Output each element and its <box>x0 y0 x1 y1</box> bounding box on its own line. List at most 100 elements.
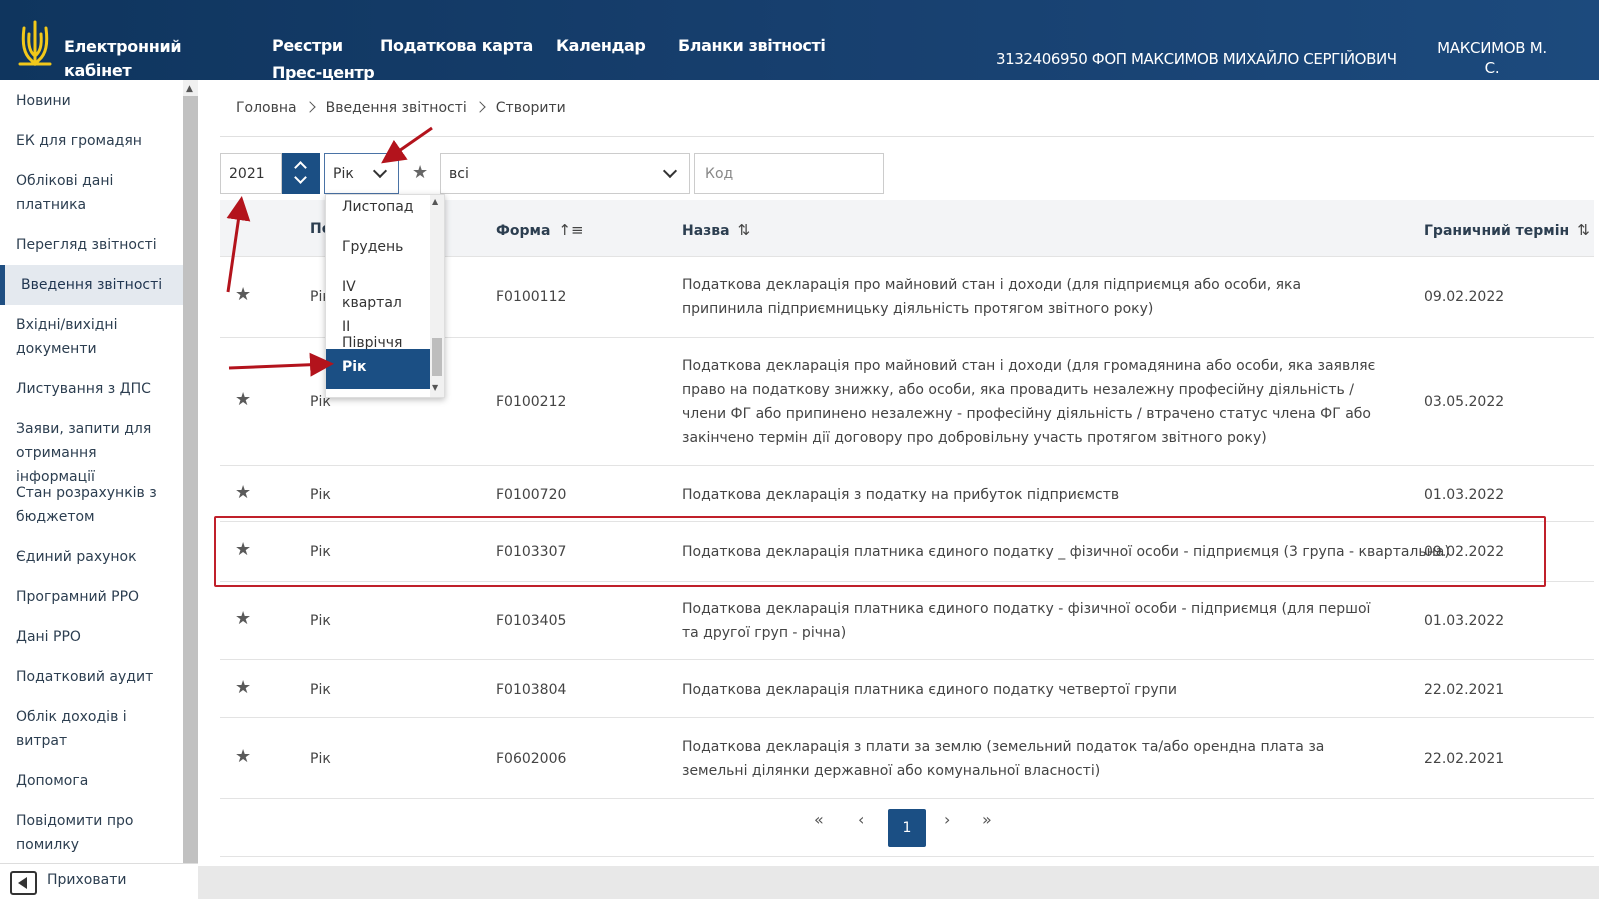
sidebar-item-budget-settlements[interactable]: Стан розрахунків з бюджетом <box>16 481 176 529</box>
cell-deadline: 03.05.2022 <box>1424 394 1505 410</box>
sidebar-item-single-account[interactable]: Єдиний рахунок <box>16 545 176 569</box>
sidebar-item-taxpayer-data[interactable]: Облікові дані платника <box>16 169 176 217</box>
sidebar-item-documents[interactable]: Вхідні/вихідні документи <box>16 313 176 361</box>
chevron-down-icon[interactable] <box>294 171 307 184</box>
year-input[interactable]: 2021 <box>220 153 282 194</box>
row-divider <box>220 659 1594 660</box>
column-header-deadline[interactable]: Граничний термін ⇅ <box>1424 221 1590 239</box>
sidebar-item-view-reports[interactable]: Перегляд звітності <box>16 233 176 257</box>
dropdown-option[interactable]: IV квартал <box>326 269 430 311</box>
cell-deadline: 09.02.2022 <box>1424 289 1505 305</box>
breadcrumb-home[interactable]: Головна <box>236 100 297 116</box>
sidebar-item-requests[interactable]: Заяви, запити для отримання інформації <box>16 417 176 489</box>
scroll-up-icon[interactable]: ▲ <box>186 84 193 94</box>
cell-name[interactable]: Податкова декларація з податку на прибут… <box>682 483 1382 507</box>
breadcrumb: Головна Введення звітності Створити <box>236 100 566 116</box>
user-menu[interactable]: МАКСИМОВ М. С. <box>1432 38 1552 78</box>
cell-form[interactable]: F0100212 <box>496 390 566 414</box>
favorites-filter-star-icon[interactable]: ★ <box>412 162 428 183</box>
sort-icon[interactable]: ⇅ <box>1577 221 1590 239</box>
favorite-star-icon[interactable]: ★ <box>235 389 251 410</box>
scroll-down-icon[interactable]: ▼ <box>432 383 438 392</box>
cell-period: Рік <box>310 487 331 503</box>
sidebar-item-correspondence[interactable]: Листування з ДПС <box>16 377 176 401</box>
cell-name[interactable]: Податкова декларація платника єдиного по… <box>682 597 1382 645</box>
row-divider <box>220 798 1594 799</box>
trident-logo-icon[interactable] <box>18 20 52 70</box>
pagination-prev[interactable]: ‹ <box>858 810 864 829</box>
dropdown-option-selected[interactable]: Рік <box>326 349 430 389</box>
favorite-star-icon[interactable]: ★ <box>235 482 251 503</box>
report-type-select[interactable]: всі <box>440 153 690 194</box>
chevron-down-icon <box>662 163 678 179</box>
period-select-value: Рік <box>333 166 354 182</box>
cell-form[interactable]: F0100112 <box>496 285 566 309</box>
nav-report-forms[interactable]: Бланки звітності <box>678 36 826 55</box>
sidebar-item-news[interactable]: Новини <box>16 89 176 113</box>
divider <box>220 856 1594 857</box>
column-header-name[interactable]: Назва ⇅ <box>682 221 750 239</box>
sort-icon[interactable]: ⇅ <box>738 221 751 239</box>
divider <box>220 136 1594 137</box>
dropdown-option[interactable]: Листопад <box>326 189 430 229</box>
cell-form[interactable]: F0100720 <box>496 483 566 507</box>
chevron-right-icon <box>474 101 486 113</box>
breadcrumb-create: Створити <box>495 100 566 116</box>
pagination-current-page[interactable]: 1 <box>888 809 926 847</box>
taxpayer-info[interactable]: 3132406950 ФОП МАКСИМОВ МИХАЙЛО СЕРГІЙОВ… <box>996 50 1397 68</box>
year-stepper[interactable] <box>282 153 320 194</box>
dropdown-option[interactable]: Грудень <box>326 229 430 269</box>
nav-calendar[interactable]: Календар <box>556 36 646 55</box>
favorite-star-icon[interactable]: ★ <box>235 677 251 698</box>
cell-form[interactable]: F0602006 <box>496 747 566 771</box>
nav-tax-map[interactable]: Податкова карта <box>380 36 533 55</box>
sidebar-item-tax-audit[interactable]: Податковий аудит <box>16 665 176 689</box>
deadline-header-label: Граничний термін <box>1424 223 1570 239</box>
brand-title[interactable]: Електронний кабінет <box>64 35 184 83</box>
report-type-value: всі <box>449 166 469 182</box>
cell-name[interactable]: Податкова декларація платника єдиного по… <box>682 678 1382 702</box>
form-header-label: Форма <box>496 223 551 239</box>
pagination-next[interactable]: › <box>944 810 950 829</box>
dropdown-option[interactable]: II Півріччя <box>326 309 430 351</box>
breadcrumb-enter-reports[interactable]: Введення звітності <box>326 100 467 116</box>
row-divider <box>220 465 1594 466</box>
sidebar-item-rro-data[interactable]: Дані РРО <box>16 625 176 649</box>
sidebar-item-citizens[interactable]: ЕК для громадян <box>16 129 176 153</box>
dropdown-scroll-thumb[interactable] <box>432 338 442 376</box>
pagination-first[interactable]: « <box>814 810 824 829</box>
cell-form[interactable]: F0103405 <box>496 609 566 633</box>
cell-form[interactable]: F0103804 <box>496 678 566 702</box>
cell-name[interactable]: Податкова декларація про майновий стан і… <box>682 354 1382 450</box>
favorite-star-icon[interactable]: ★ <box>235 746 251 767</box>
favorite-star-icon[interactable]: ★ <box>235 608 251 629</box>
hide-sidebar-label[interactable]: Приховати <box>47 872 126 888</box>
cell-name[interactable]: Податкова декларація з плати за землю (з… <box>682 735 1382 783</box>
cell-period: Рік <box>310 751 331 767</box>
chevron-right-icon <box>303 101 316 113</box>
chevron-down-icon <box>372 163 388 179</box>
sidebar-item-income-expenses[interactable]: Облік доходів і витрат <box>16 705 176 753</box>
code-input[interactable]: Код <box>694 153 884 194</box>
pagination-last[interactable]: » <box>982 810 992 829</box>
favorite-star-icon[interactable]: ★ <box>235 284 251 305</box>
period-select[interactable]: Рік <box>324 153 399 194</box>
sidebar-item-software-rro[interactable]: Програмний РРО <box>16 585 176 609</box>
column-header-form[interactable]: Форма ↑≡ <box>496 221 584 239</box>
sidebar-hide-bar[interactable]: Приховати <box>0 863 198 899</box>
sidebar-item-report-error[interactable]: Повідомити про помилку <box>16 809 176 857</box>
cell-deadline: 22.02.2021 <box>1424 682 1505 698</box>
nav-registers[interactable]: Реєстри <box>272 36 343 55</box>
period-dropdown[interactable]: Листопад Грудень IV квартал II Півріччя … <box>325 194 445 398</box>
sort-asc-icon[interactable]: ↑≡ <box>558 221 583 239</box>
scroll-up-icon[interactable]: ▲ <box>432 197 438 206</box>
cell-deadline: 01.03.2022 <box>1424 487 1505 503</box>
sidebar-item-help[interactable]: Допомога <box>16 769 176 793</box>
sidebar-item-enter-reports[interactable]: Введення звітності <box>21 273 181 297</box>
cell-period: Рік <box>310 682 331 698</box>
top-header: Електронний кабінет Реєстри Податкова ка… <box>0 0 1599 83</box>
cell-deadline: 22.02.2021 <box>1424 751 1505 767</box>
collapse-sidebar-icon[interactable] <box>10 871 37 895</box>
cell-name[interactable]: Податкова декларація про майновий стан і… <box>682 273 1382 321</box>
sidebar-scroll-thumb[interactable] <box>183 96 198 863</box>
